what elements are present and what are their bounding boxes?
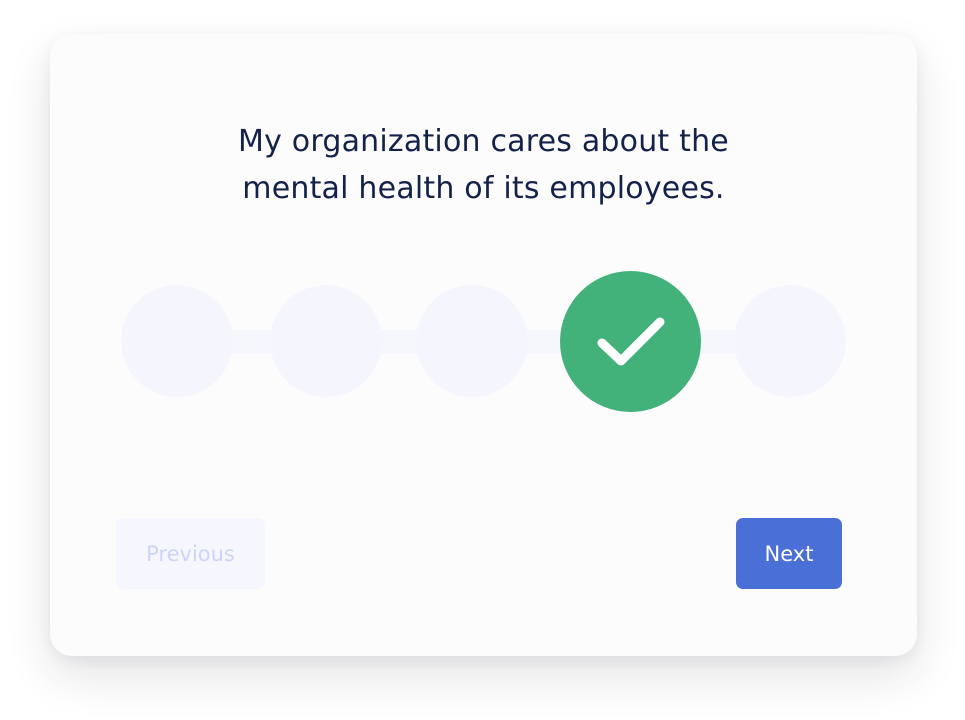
next-button[interactable]: Next: [736, 518, 842, 589]
rating-option-2[interactable]: [270, 285, 382, 397]
survey-card: My organization cares about the mental h…: [50, 34, 917, 656]
previous-button[interactable]: Previous: [116, 518, 265, 589]
rating-option-5[interactable]: [734, 285, 846, 397]
rating-option-1[interactable]: [121, 285, 233, 397]
rating-option-4-selected[interactable]: [560, 271, 701, 412]
rating-option-3[interactable]: [416, 285, 528, 397]
checkmark-icon: [597, 317, 665, 366]
